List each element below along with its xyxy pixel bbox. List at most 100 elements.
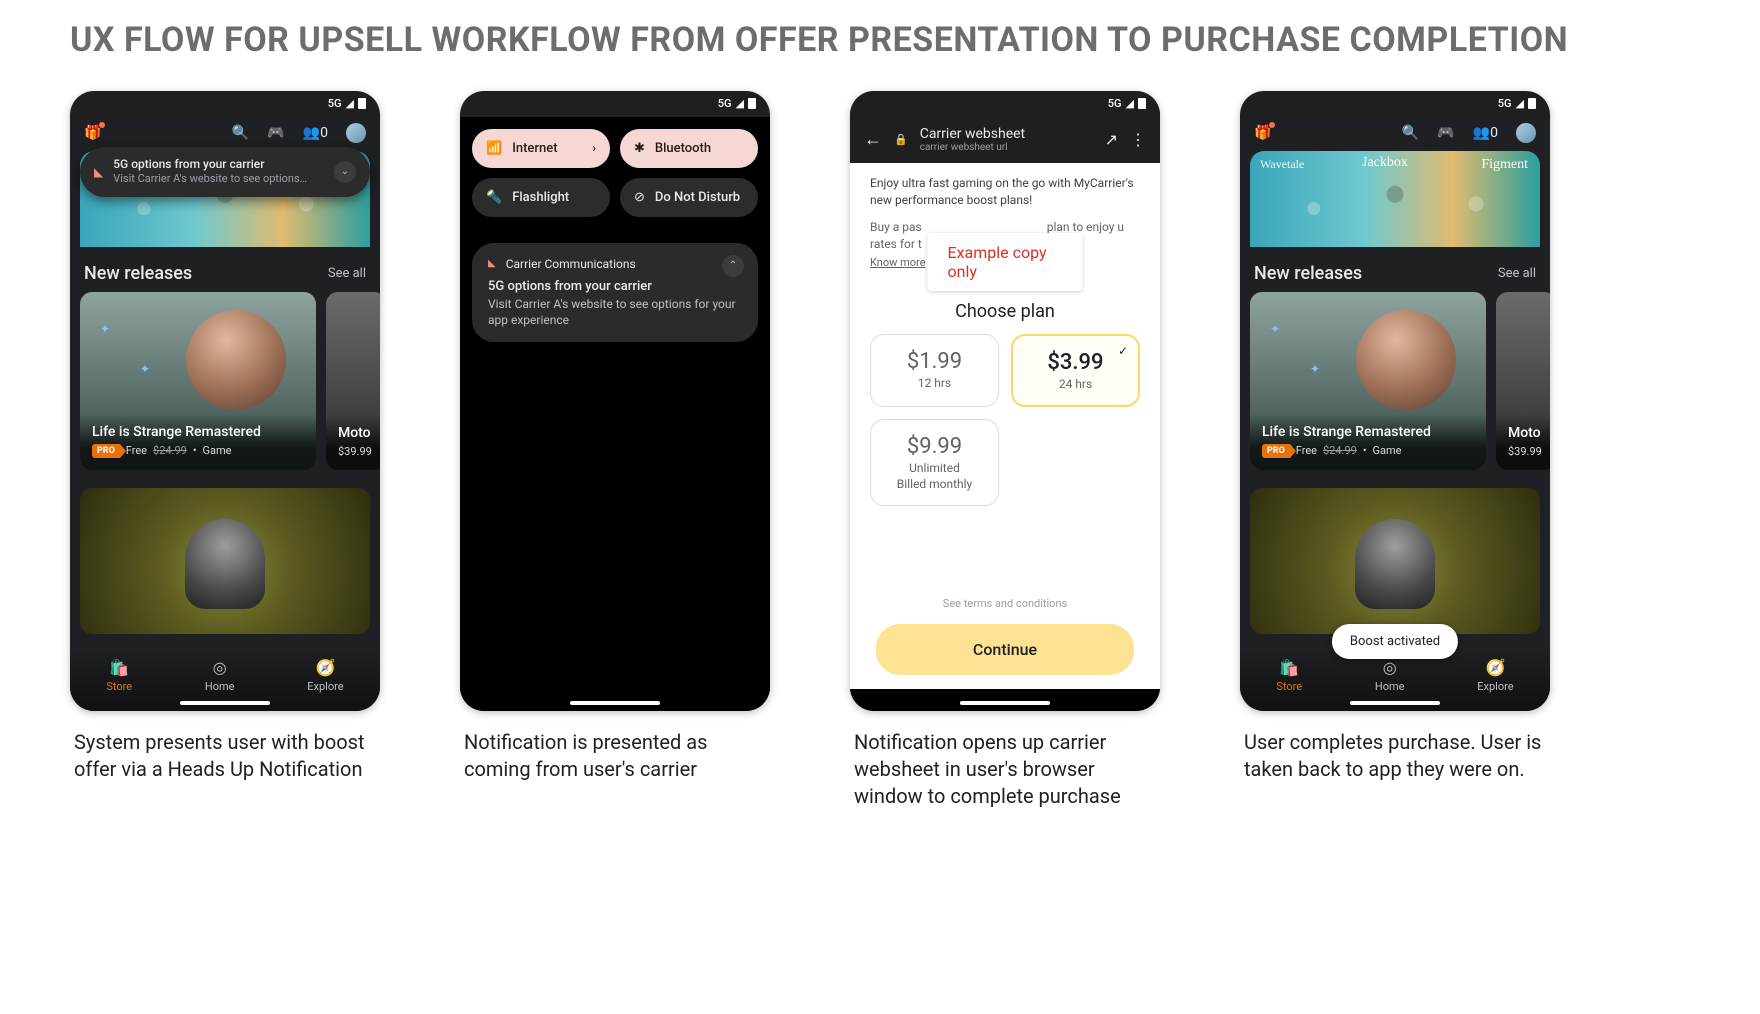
qs-dnd[interactable]: ⊘ Do Not Disturb [620,178,758,217]
plan-price: $9.99 [881,434,988,459]
caption-4: User completes purchase. User is taken b… [1240,729,1550,783]
notification-card[interactable]: ◣ Carrier Communications 5G options from… [472,243,758,342]
websheet-topbar: ← 🔒 Carrier websheet carrier websheet ur… [850,117,1160,163]
gift-icon[interactable]: 🎁 [84,125,101,141]
nav-explore[interactable]: 🧭 Explore [307,658,343,693]
qs-flashlight[interactable]: 🔦 Flashlight [472,178,610,217]
notification-source: Carrier Communications [506,257,636,271]
websheet-content: Enjoy ultra fast gaming on the go with M… [850,163,1160,689]
hero-label-2: Jackbox [1362,155,1408,171]
flow-step-1: 5G ◢ 🎁 🔍 🎮 👥0 Wavetale Jackbox Figment [70,91,380,783]
section-header: New releases See all [1240,247,1550,292]
page-title: UX FLOW FOR UPSELL WORKFLOW FROM OFFER P… [70,20,1690,61]
qs-internet[interactable]: 📶 Internet › [472,129,610,168]
pro-badge: PRO [1262,444,1290,458]
dot-sep: • [193,444,197,457]
status-bar: 5G ◢ [1240,91,1550,117]
featured-card[interactable] [80,488,370,634]
card-title: Moto [338,425,374,441]
chevron-down-icon[interactable]: ⌄ [334,161,356,183]
home-icon: ◎ [1383,658,1397,677]
phone-mock-4: 5G ◢ 🎁 🔍 🎮 👥0 Wavetale Jackbox Figment [1240,91,1550,711]
quick-settings: 📶 Internet › ✱ Bluetooth 🔦 Flashlight ⊘ [460,117,770,711]
plan-billing: Billed monthly [881,477,988,491]
plan-option-3[interactable]: $9.99 Unlimited Billed monthly [870,419,999,506]
controller-icon[interactable]: 🎮 [1437,125,1454,141]
card-free-label: Free [1296,444,1317,457]
notification-body: Visit Carrier A's website to see options… [488,296,742,328]
card-free-label: Free [126,444,147,457]
back-icon[interactable]: ← [864,129,882,150]
search-icon[interactable]: 🔍 [232,125,249,141]
hero-banner[interactable]: Wavetale Jackbox Figment [1250,151,1540,247]
nav-explore[interactable]: 🧭 Explore [1477,658,1513,693]
gift-icon[interactable]: 🎁 [1254,125,1271,141]
home-indicator [960,701,1050,705]
hun-subtitle: Visit Carrier A's website to see options… [113,172,324,186]
nav-store[interactable]: 🛍️ Store [106,658,132,693]
card-old-price: $24.99 [1323,444,1357,457]
section-header: New releases See all [70,247,380,292]
plan-duration: Unlimited [881,461,988,475]
chevron-right-icon: › [592,141,596,155]
status-bar: 5G ◢ [460,91,770,117]
explore-icon: 🧭 [315,658,335,677]
phone-mock-2: 5G ◢ 📶 Internet › ✱ Bluetooth 🔦 [460,91,770,711]
battery-icon [358,98,366,109]
flashlight-icon: 🔦 [486,190,502,205]
search-icon[interactable]: 🔍 [1402,125,1419,141]
caption-2: Notification is presented as coming from… [460,729,770,783]
store-icon: 🛍️ [109,658,129,677]
websheet-url: carrier websheet url [920,142,1093,153]
section-title: New releases [1254,263,1362,284]
heads-up-notification[interactable]: ◣ 5G options from your carrier Visit Car… [80,147,370,197]
battery-icon [748,98,756,109]
nav-home[interactable]: ◎ Home [205,658,235,693]
featured-card[interactable] [1250,488,1540,634]
game-card-1[interactable]: Life is Strange Remastered PRO Free $24.… [1250,292,1486,470]
more-icon[interactable]: ⋮ [1130,130,1146,149]
nav-home[interactable]: ◎ Home [1375,658,1405,693]
game-card-1[interactable]: Life is Strange Remastered PRO Free $24.… [80,292,316,470]
game-card-2[interactable]: Moto $39.99 [1496,292,1550,470]
terms-link[interactable]: See terms and conditions [870,587,1140,620]
nav-store[interactable]: 🛍️ Store [1276,658,1302,693]
top-icon-row: 🎁 🔍 🎮 👥0 [70,117,380,145]
store-app: 🎁 🔍 🎮 👥0 Wavetale Jackbox Figment New re… [1240,117,1550,711]
card-title: Life is Strange Remastered [92,424,304,440]
card-title: Moto [1508,425,1544,441]
people-icon[interactable]: 👥0 [1473,125,1498,141]
plan-grid: $1.99 12 hrs ✓ $3.99 24 hrs $9.99 Unlimi… [870,334,1140,506]
phone-mock-1: 5G ◢ 🎁 🔍 🎮 👥0 Wavetale Jackbox Figment [70,91,380,711]
chevron-up-icon[interactable]: ⌃ [722,255,744,277]
status-bar: 5G ◢ [70,91,380,117]
see-all-link[interactable]: See all [1498,266,1536,281]
continue-button[interactable]: Continue [876,624,1134,675]
qs-bluetooth[interactable]: ✱ Bluetooth [620,129,758,168]
phone-mock-3: 5G ◢ ← 🔒 Carrier websheet carrier webshe… [850,91,1160,711]
websheet-title: Carrier websheet [920,127,1093,142]
cards-row: Life is Strange Remastered PRO Free $24.… [1240,292,1550,470]
plan-price: $3.99 [1023,350,1128,375]
signal-icon: ◢ [736,97,744,110]
see-all-link[interactable]: See all [328,266,366,281]
network-label: 5G [1108,97,1122,110]
avatar[interactable] [1516,123,1536,143]
flow-step-4: 5G ◢ 🎁 🔍 🎮 👥0 Wavetale Jackbox Figment [1240,91,1550,783]
network-label: 5G [328,97,342,110]
wifi-icon: 📶 [486,141,502,156]
share-icon[interactable]: ↗ [1105,130,1118,149]
dnd-icon: ⊘ [634,190,645,205]
websheet-intro: Enjoy ultra fast gaming on the go with M… [870,175,1140,209]
flow-step-3: 5G ◢ ← 🔒 Carrier websheet carrier webshe… [850,91,1160,810]
plan-duration: 24 hrs [1023,377,1128,391]
check-icon: ✓ [1118,344,1128,358]
controller-icon[interactable]: 🎮 [267,125,284,141]
plan-duration: 12 hrs [881,376,988,390]
people-icon[interactable]: 👥0 [303,125,328,141]
plan-option-2[interactable]: ✓ $3.99 24 hrs [1011,334,1140,407]
plan-option-1[interactable]: $1.99 12 hrs [870,334,999,407]
card-category: Game [203,444,232,457]
avatar[interactable] [346,123,366,143]
game-card-2[interactable]: Moto $39.99 [326,292,380,470]
